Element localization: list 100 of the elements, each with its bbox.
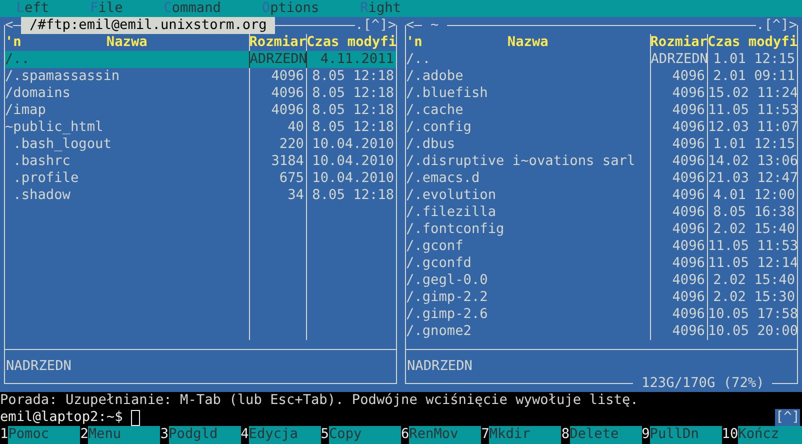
file-time: 8.05 16:38	[706, 204, 797, 221]
file-row[interactable]: /.disruptive i~ovations sarl 4096 14.02 13:06	[406, 153, 797, 170]
file-size: 4096	[650, 204, 707, 221]
file-row[interactable]: .shadow 34 8.05 12:18	[5, 187, 396, 204]
file-row[interactable]: /.gconf 4096 11.05 11:53	[406, 238, 797, 255]
file-size: ADRZEDN	[248, 51, 306, 68]
file-name: /domains	[5, 85, 72, 102]
column-header[interactable]: Nazwa	[430, 34, 626, 51]
file-row[interactable]: /.gegl-0.0 4096 2.02 15:40	[406, 272, 797, 289]
file-time: 2.01 09:11	[706, 68, 797, 85]
file-size: 4096	[248, 68, 306, 85]
file-row[interactable]: /imap 4096 8.05 12:18	[5, 102, 396, 119]
function-key-button[interactable]: 2Menu	[80, 426, 160, 444]
function-key-button[interactable]: 6RenMov	[400, 426, 482, 444]
file-size: 4096	[650, 170, 707, 187]
sort-indicator[interactable]: 'n	[5, 34, 30, 51]
file-time: 15.02 11:24	[706, 85, 797, 102]
file-row[interactable]: /.filezilla 4096 8.05 16:38	[406, 204, 797, 221]
hint-text: Porada: Uzupełnianie: M-Tab (lub Esc+Tab). Podwójne wciśnięcie wywołuje listę.	[0, 392, 640, 409]
file-row[interactable]: /.gimp-2.2 4096 2.02 15:30	[406, 289, 797, 306]
file-row[interactable]: /.adobe 4096 2.01 09:11	[406, 68, 797, 85]
file-time: 8.05 12:18	[306, 119, 396, 136]
file-time: 8.05 12:18	[306, 102, 396, 119]
shell-prompt: emil@laptop2:~$	[0, 409, 123, 426]
file-time: 10.05 17:58	[706, 306, 797, 323]
file-size: 4096	[248, 102, 306, 119]
function-key-button[interactable]: 5Copy	[320, 426, 401, 444]
file-size: 4096	[650, 306, 707, 323]
file-row[interactable]: /.spamassassin 4096 8.05 12:18	[5, 68, 396, 85]
file-size: 4096	[650, 272, 707, 289]
file-row[interactable]: /.. ADRZEDN 4.11.2011	[5, 51, 396, 68]
file-row[interactable]: /.cache 4096 11.05 11:53	[406, 102, 797, 119]
file-name: /.evolution	[406, 187, 498, 204]
file-name: /.gimp-2.6	[406, 306, 489, 323]
function-key-button[interactable]: 4Edycja	[240, 426, 321, 444]
file-row[interactable]: ~public_html 40 8.05 12:18	[5, 119, 396, 136]
file-time: 10.04.2010	[306, 136, 396, 153]
file-time: 10.04.2010	[306, 153, 396, 170]
file-row[interactable]: /.. ADRZEDN 1.01 12:15	[406, 51, 797, 68]
file-time: 11.05 11:53	[706, 238, 797, 255]
file-name: /.adobe	[406, 68, 464, 85]
file-size: ADRZEDN	[650, 51, 707, 68]
file-time: 1.01 12:15	[706, 136, 797, 153]
column-header[interactable]: Rozmiar	[650, 34, 708, 51]
file-row[interactable]: /.emacs.d 4096 21.03 12:47	[406, 170, 797, 187]
file-time: 4.11.2011	[306, 51, 396, 68]
file-name: .bash_logout	[12, 136, 112, 153]
file-row[interactable]: /.bluefish 4096 15.02 11:24	[406, 85, 797, 102]
file-name: /imap	[5, 102, 47, 119]
file-name: /..	[406, 51, 432, 68]
function-key-button[interactable]: 7Mkdir	[481, 426, 562, 444]
file-time: 10.05 20:00	[706, 323, 797, 340]
file-size: 4096	[650, 68, 707, 85]
file-row[interactable]: /.gimp-2.6 4096 10.05 17:58	[406, 306, 797, 323]
file-size: 4096	[650, 187, 707, 204]
file-row[interactable]: /domains 4096 8.05 12:18	[5, 85, 396, 102]
file-size: 4096	[650, 255, 707, 272]
file-name: /.dbus	[406, 136, 456, 153]
file-size: 4096	[650, 119, 707, 136]
function-key-button[interactable]: 8Delete	[561, 426, 642, 444]
file-size: 4096	[650, 153, 707, 170]
column-header[interactable]: Rozmiar	[249, 34, 306, 51]
file-name: /.config	[406, 119, 472, 136]
file-row[interactable]: /.evolution 4096 4.01 12:00	[406, 187, 797, 204]
column-header[interactable]: Nazwa	[30, 34, 224, 51]
history-button[interactable]: [^]	[363, 17, 388, 34]
function-key-button[interactable]: 1Pomoc	[0, 426, 80, 444]
file-time: 2.02 15:30	[706, 289, 797, 306]
history-button[interactable]: [^]	[775, 409, 800, 426]
disk-usage: 123G/170G (72%)	[633, 375, 772, 392]
file-size: 4096	[650, 221, 707, 238]
file-row[interactable]: /.gnome2 4096 10.05 20:00	[406, 323, 797, 340]
file-name: /.emacs.d	[406, 170, 481, 187]
file-size: 4096	[650, 85, 707, 102]
file-row[interactable]: .bashrc 3184 10.04.2010	[5, 153, 396, 170]
file-row[interactable]: .bash_logout 220 10.04.2010	[5, 136, 396, 153]
file-row[interactable]: /.fontconfig 4096 2.02 15:40	[406, 221, 797, 238]
file-row[interactable]: /.gconfd 4096 11.05 12:14	[406, 255, 797, 272]
function-key-button[interactable]: 10Kończ	[722, 426, 802, 444]
file-time: 11.05 12:14	[706, 255, 797, 272]
file-name: /.gnome2	[406, 323, 472, 340]
file-row[interactable]: /.config 4096 12.03 11:07	[406, 119, 797, 136]
file-size: 4096	[650, 136, 707, 153]
file-time: 11.05 11:53	[706, 102, 797, 119]
mini-status: NADRZEDN	[6, 358, 72, 374]
file-name: /.gconfd	[406, 255, 472, 272]
file-time: 2.02 15:40	[706, 272, 797, 289]
file-name: /.fontconfig	[406, 221, 506, 238]
file-row[interactable]: /.dbus 4096 1.01 12:15	[406, 136, 797, 153]
function-key-button[interactable]: 3Podgld	[160, 426, 241, 444]
sort-indicator[interactable]: 'n	[406, 34, 431, 51]
file-time: 1.01 12:15	[706, 51, 797, 68]
file-time: 4.01 12:00	[706, 187, 797, 204]
history-button[interactable]: [^]	[764, 17, 789, 34]
mini-status: NADRZEDN	[407, 358, 472, 374]
file-name: /..	[5, 51, 31, 68]
file-row[interactable]: .profile 675 10.04.2010	[5, 170, 396, 187]
function-key-button[interactable]: 9PullDn	[642, 426, 722, 444]
file-size: 34	[248, 187, 306, 204]
file-name: /.filezilla	[406, 204, 498, 221]
